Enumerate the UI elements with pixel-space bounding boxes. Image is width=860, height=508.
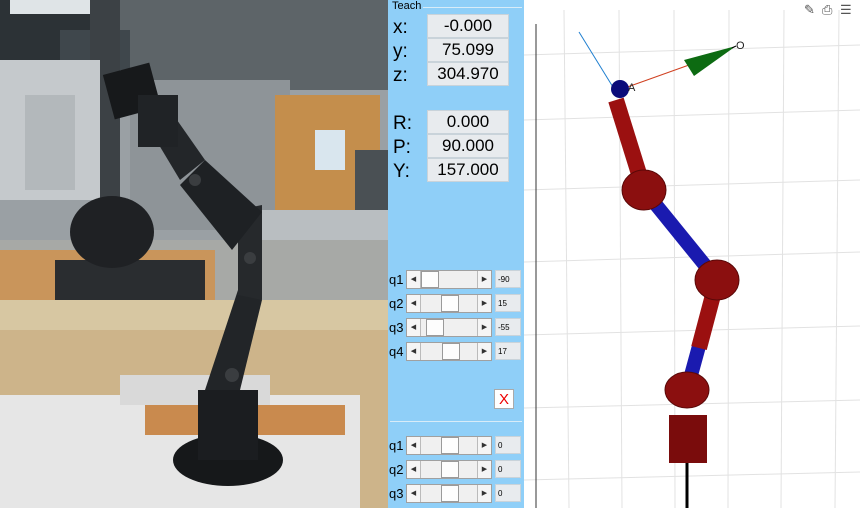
q3-label: q3 — [389, 320, 404, 335]
z-value: 304.970 — [427, 62, 509, 86]
q3-secondary-value[interactable]: 0 — [495, 484, 521, 502]
q1-label: q1 — [389, 272, 404, 287]
q4-label: q4 — [389, 344, 404, 359]
approach-label: A — [628, 82, 636, 94]
q2-label: q2 — [389, 296, 404, 311]
z-label: z: — [393, 65, 408, 86]
robot-plot[interactable]: ✎ ⎙ ☰ A O — [524, 0, 860, 508]
section-divider — [390, 421, 522, 422]
q2-secondary-value[interactable]: 0 — [495, 460, 521, 478]
y-label: y: — [393, 41, 408, 62]
close-button[interactable]: X — [494, 389, 514, 409]
x-value: -0.000 — [427, 14, 509, 38]
q3-secondary-right-arrow-icon[interactable]: ▶ — [477, 485, 491, 502]
q1-right-arrow-icon[interactable]: ▶ — [477, 271, 491, 288]
y-value: 75.099 — [427, 38, 509, 62]
pitch-label: P: — [393, 137, 411, 158]
q2-left-arrow-icon[interactable]: ◀ — [407, 295, 421, 312]
joint-base — [664, 371, 710, 409]
plot-toolbar: ✎ ⎙ ☰ — [804, 2, 852, 17]
yaw-label: Y: — [393, 161, 410, 182]
q1-value[interactable]: -90 — [495, 270, 521, 288]
joint-elbow — [694, 259, 740, 301]
end-effector — [611, 80, 629, 98]
q3-secondary-slider-thumb[interactable] — [441, 485, 459, 502]
roll-label: R: — [393, 113, 412, 134]
q4-value[interactable]: 17 — [495, 342, 521, 360]
robot-photo — [0, 0, 388, 508]
q1-secondary-slider[interactable]: ◀ ▶ — [406, 436, 492, 455]
teach-title: Teach — [390, 0, 424, 12]
print-icon[interactable]: ⎙ — [822, 2, 833, 17]
q4-slider-thumb[interactable] — [442, 343, 460, 360]
teach-panel: Teach x: -0.000 y: 75.099 z: 304.970 R: … — [388, 0, 524, 508]
yaw-value: 157.000 — [427, 158, 509, 182]
q1-secondary-label: q1 — [389, 438, 404, 453]
q1-left-arrow-icon[interactable]: ◀ — [407, 271, 421, 288]
q4-right-arrow-icon[interactable]: ▶ — [477, 343, 491, 360]
q1-secondary-right-arrow-icon[interactable]: ▶ — [477, 437, 491, 454]
q2-slider[interactable]: ◀ ▶ — [406, 294, 492, 313]
q3-slider[interactable]: ◀ ▶ — [406, 318, 492, 337]
base-cylinder — [669, 415, 707, 463]
q2-secondary-label: q2 — [389, 462, 404, 477]
q1-secondary-slider-thumb[interactable] — [441, 437, 459, 454]
q4-slider[interactable]: ◀ ▶ — [406, 342, 492, 361]
edit-icon[interactable]: ✎ — [804, 2, 815, 17]
q3-secondary-label: q3 — [389, 486, 404, 501]
orientation-label: O — [736, 40, 745, 52]
q2-secondary-right-arrow-icon[interactable]: ▶ — [477, 461, 491, 478]
q3-secondary-slider[interactable]: ◀ ▶ — [406, 484, 492, 503]
q4-left-arrow-icon[interactable]: ◀ — [407, 343, 421, 360]
q3-slider-thumb[interactable] — [426, 319, 444, 336]
q2-slider-thumb[interactable] — [441, 295, 459, 312]
q1-secondary-value[interactable]: 0 — [495, 436, 521, 454]
q3-value[interactable]: -55 — [495, 318, 521, 336]
roll-value: 0.000 — [427, 110, 509, 134]
q2-secondary-slider[interactable]: ◀ ▶ — [406, 460, 492, 479]
x-label: x: — [393, 17, 408, 38]
q2-secondary-slider-thumb[interactable] — [441, 461, 459, 478]
q2-right-arrow-icon[interactable]: ▶ — [477, 295, 491, 312]
q1-slider-thumb[interactable] — [421, 271, 439, 288]
q1-slider[interactable]: ◀ ▶ — [406, 270, 492, 289]
q1-secondary-left-arrow-icon[interactable]: ◀ — [407, 437, 421, 454]
q3-secondary-left-arrow-icon[interactable]: ◀ — [407, 485, 421, 502]
q2-secondary-left-arrow-icon[interactable]: ◀ — [407, 461, 421, 478]
q2-value[interactable]: 15 — [495, 294, 521, 312]
q3-right-arrow-icon[interactable]: ▶ — [477, 319, 491, 336]
q3-left-arrow-icon[interactable]: ◀ — [407, 319, 421, 336]
pitch-value: 90.000 — [427, 134, 509, 158]
menu-icon[interactable]: ☰ — [840, 2, 852, 17]
joint-shoulder — [621, 169, 667, 211]
